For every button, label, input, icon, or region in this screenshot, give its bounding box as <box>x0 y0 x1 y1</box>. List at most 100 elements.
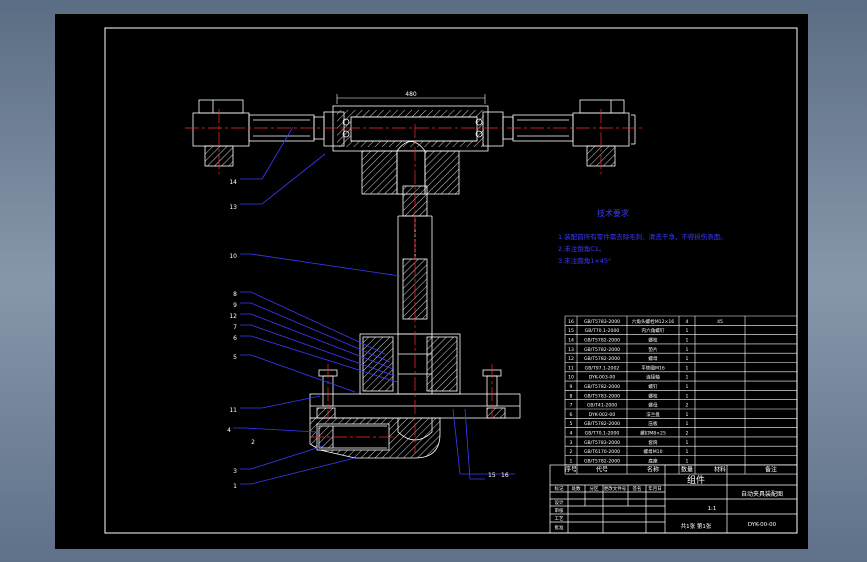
bom-cell: DYK-002-00 <box>589 412 616 418</box>
balloon-10: 10 <box>229 253 237 260</box>
scale-value: 1:1 <box>708 506 717 512</box>
bom-cell: 螺母 <box>648 355 658 362</box>
bom-cell: 螺栓 <box>648 392 658 399</box>
bom-cell: 6 <box>570 412 573 418</box>
bom-cell: 螺栓 <box>648 337 658 344</box>
bom-cell: GB/T70.1-2000 <box>585 431 620 437</box>
arm-assembly <box>192 99 636 195</box>
bom-cell: 螺钉M8×25 <box>640 430 666 437</box>
bom-cell: 套筒 <box>648 439 658 446</box>
bom-cell: GB/T5782-2000 <box>584 356 620 362</box>
assembly-label: 组件 <box>687 474 705 486</box>
rev-label-3: 分区 <box>590 485 599 492</box>
rev-label-5: 签名 <box>633 485 642 492</box>
bom-cell: 2 <box>686 431 689 437</box>
bom-cell: GB/T5783-2000 <box>584 319 620 325</box>
bom-cell: GB/T6170-2000 <box>584 449 620 455</box>
bom-cell: 1 <box>686 393 689 399</box>
bom-cell: GB/T97.1-2002 <box>585 365 620 371</box>
bom-cell: 1 <box>686 384 689 390</box>
bom-cell: 螺钉 <box>648 383 658 390</box>
bom-cell: 1 <box>686 328 689 334</box>
bom-cell: 平垫圈M16 <box>641 364 665 371</box>
bill-of-materials: 16 GB/T5783-2000 六角头螺栓M12×16 4 4515 GB/T70.1-… <box>564 315 798 475</box>
bom-cell: 10 <box>568 375 574 381</box>
drawing-frame <box>104 27 798 534</box>
bom-header-cell: 名称 <box>647 466 659 474</box>
bom-header-cell: 数量 <box>681 466 693 474</box>
notes-line-1: 1.装配前所有零件需去除毛刺、清洗干净，不得损伤表面。 <box>558 232 727 241</box>
bom-cell: 1 <box>686 347 689 353</box>
bom-cell: GB/T5782-2000 <box>584 338 620 344</box>
bom-cell: 11 <box>568 365 574 371</box>
bom-cell: 3 <box>570 440 573 446</box>
balloon-3: 3 <box>233 468 237 475</box>
bom-cell: 底座 <box>648 457 658 464</box>
role-label-1: 设计 <box>555 499 564 506</box>
balloon-12: 12 <box>229 313 237 320</box>
bom-cell: 4 <box>686 319 689 325</box>
bom-cell: 5 <box>570 421 573 427</box>
notes-title: 技术要求 <box>597 208 629 218</box>
rev-label-4: 更改文件号 <box>604 485 627 492</box>
bom-header-cell: 序号 <box>565 466 577 474</box>
drawing-name: 自动夹具装配图 <box>741 490 783 498</box>
bom-cell: 1 <box>686 338 689 344</box>
bom-cell: 9 <box>570 384 573 390</box>
bom-cell: 连接轴 <box>646 374 660 381</box>
balloon-1: 1 <box>233 483 237 490</box>
drawing-sheet: 480 14 13 10 8 9 12 7 6 5 11 4 3 1 2 15 … <box>55 14 808 549</box>
role-label-3: 工艺 <box>555 516 564 522</box>
bom-cell: 1 <box>570 458 573 464</box>
balloon-2: 2 <box>251 439 255 446</box>
bom-header-cell: 代号 <box>596 466 608 474</box>
bom-cell: 14 <box>568 338 574 344</box>
bom-cell: 2 <box>686 403 689 409</box>
technical-notes: 技术要求 1.装配前所有零件需去除毛刺、清洗干净，不得损伤表面。 2.未注倒角C… <box>558 208 727 265</box>
bom-cell: 1 <box>686 356 689 362</box>
notes-line-2: 2.未注倒角C1。 <box>558 244 605 253</box>
balloon-8: 8 <box>233 291 237 298</box>
bom-cell: 六角头螺栓M12×16 <box>632 318 675 325</box>
left-knob <box>198 99 244 114</box>
bom-cell: GB/T5782-2000 <box>584 347 620 353</box>
balloon-9: 9 <box>233 302 237 309</box>
balloon-4: 4 <box>227 427 231 434</box>
bom-header-cell: 材料 <box>714 466 726 474</box>
bom-cell: 法兰盘 <box>646 411 660 418</box>
bom-cell: GB/T5782-2000 <box>584 384 620 390</box>
bom-cell: 压板 <box>648 420 658 427</box>
bom-cell: GB/T70.1-2000 <box>585 328 620 334</box>
rev-label-6: 年月日 <box>648 485 662 492</box>
dimension-text: 480 <box>405 91 417 98</box>
bom-cell: GB/T5782-2000 <box>584 458 620 464</box>
bom-cell: 1 <box>686 458 689 464</box>
bom-cell: 7 <box>570 403 573 409</box>
bom-cell: GB/T5783-2000 <box>584 440 620 446</box>
balloon-15: 15 <box>488 472 496 479</box>
bom-cell: GB/T5782-2000 <box>584 421 620 427</box>
bom-cell: 1 <box>686 412 689 418</box>
bom-cell: GB/T41-2000 <box>587 403 617 409</box>
balloon-14: 14 <box>229 179 237 186</box>
bom-cell: 13 <box>568 347 574 353</box>
bom-cell: 1 <box>686 449 689 455</box>
bom-cell: 1 <box>686 440 689 446</box>
rev-label-1: 标记 <box>555 485 564 492</box>
bom-cell: 1 <box>686 365 689 371</box>
notes-line-3: 3.未注圆角1×45° <box>558 256 611 265</box>
role-label-4: 批准 <box>555 524 564 531</box>
bom-cell: DYK-003-00 <box>589 375 616 381</box>
balloon-5: 5 <box>233 354 237 361</box>
balloon-13: 13 <box>229 204 237 211</box>
bom-cell: 内六角螺钉 <box>642 327 665 334</box>
bom-cell: GB/T5783-2000 <box>584 393 620 399</box>
bom-cell: 螺母 <box>648 402 658 409</box>
sheet-count: 共1张 第1张 <box>681 522 712 530</box>
role-label-2: 审核 <box>555 507 564 514</box>
assembly-drawing: 480 14 13 10 8 9 12 7 6 5 11 4 3 1 2 15 … <box>104 27 798 534</box>
bom-cell: 螺母M10 <box>644 448 663 455</box>
balloon-16: 16 <box>501 472 509 479</box>
bom-cell: 1 <box>686 421 689 427</box>
drawing-code: DYK-00-00 <box>748 522 777 528</box>
